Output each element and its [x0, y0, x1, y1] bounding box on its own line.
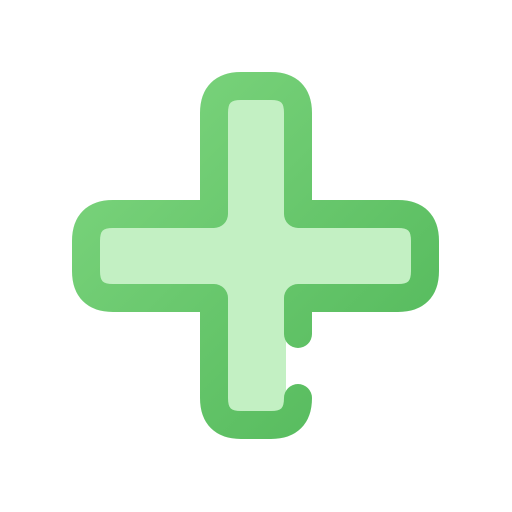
plus-icon-container	[0, 0, 512, 512]
plus-icon-fill	[86, 86, 425, 425]
plus-icon	[72, 72, 439, 439]
